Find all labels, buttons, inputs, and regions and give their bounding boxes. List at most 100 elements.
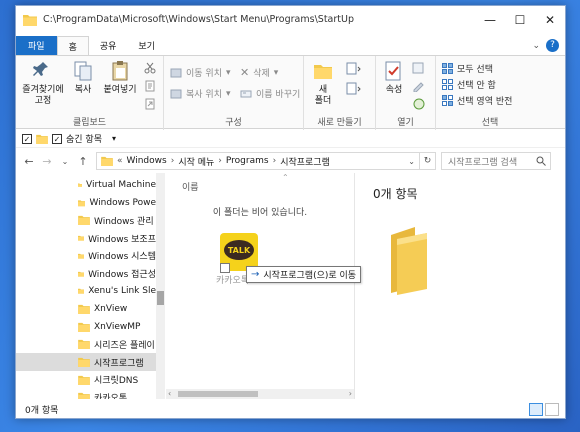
nav-item[interactable]: Windows 접근성: [16, 265, 156, 283]
group-organize: 이동 위치 ▾ 복사 위치 ▾ ✕ 삭제 ▾ 이름 바꾸기 구성: [164, 56, 304, 130]
nav-item-label: 시리즈온 플레이: [94, 340, 155, 351]
new-folder-button[interactable]: 새 폴더: [310, 60, 336, 107]
new-item-icon[interactable]: [346, 62, 362, 76]
nav-item[interactable]: Windows Powe: [16, 194, 156, 212]
select-all-icon: [442, 63, 453, 74]
tab-view[interactable]: 보기: [127, 36, 166, 55]
nav-item[interactable]: Windows 관리: [16, 211, 156, 229]
scroll-right-icon[interactable]: ›: [349, 389, 352, 398]
content-hscrollbar[interactable]: ‹ ›: [166, 389, 354, 399]
nav-item-label: Virtual Machine: [86, 180, 156, 190]
tab-share[interactable]: 공유: [89, 36, 128, 55]
back-button[interactable]: ←: [20, 155, 38, 168]
file-list[interactable]: ⌃ 이름 이 폴더는 비어 있습니다. ‹ ›: [166, 173, 354, 399]
title-bar: C:\ProgramData\Microsoft\Windows\Start M…: [16, 6, 565, 33]
maximize-button[interactable]: ☐: [505, 6, 535, 33]
explorer-window: C:\ProgramData\Microsoft\Windows\Start M…: [15, 5, 566, 419]
tab-file[interactable]: 파일: [16, 36, 57, 55]
properties-button[interactable]: 속성: [380, 60, 408, 96]
invert-selection-button[interactable]: 선택 영역 반전: [442, 94, 512, 107]
folder-icon: [36, 134, 48, 144]
nav-item[interactable]: Xenu's Link Sle: [16, 282, 156, 300]
group-label-new: 새로 만들기: [317, 118, 362, 128]
paste-shortcut-icon[interactable]: [144, 98, 156, 110]
edit-icon[interactable]: [412, 80, 426, 92]
help-icon[interactable]: ?: [546, 39, 559, 52]
folder-icon: [78, 235, 85, 241]
delete-button[interactable]: ✕ 삭제 ▾: [240, 66, 278, 79]
tab-home[interactable]: 홈: [56, 36, 89, 55]
scroll-left-icon[interactable]: ‹: [168, 389, 171, 398]
chevron-right-icon[interactable]: ›: [171, 156, 175, 166]
item-checkbox-toggle[interactable]: ✓: [22, 133, 32, 144]
folder-icon: [78, 288, 85, 294]
recent-locations-icon[interactable]: ⌄: [56, 157, 74, 166]
nav-item[interactable]: Virtual Machine: [16, 176, 156, 194]
easy-access-icon[interactable]: [346, 82, 362, 96]
paste-button[interactable]: 붙여넣기: [100, 60, 140, 96]
nav-item-label: 시크릿DNS: [94, 376, 139, 387]
rename-button[interactable]: 이름 바꾸기: [240, 87, 300, 100]
group-new: 새 폴더 새로 만들기: [304, 56, 376, 130]
breadcrumb-item[interactable]: 시작프로그램: [280, 155, 330, 168]
column-header-name[interactable]: 이름: [182, 180, 199, 193]
minimize-button[interactable]: —: [475, 6, 505, 33]
copy-button[interactable]: 복사: [70, 60, 96, 96]
svg-text:TALK: TALK: [228, 246, 251, 255]
nav-item[interactable]: 시크릿DNS: [16, 371, 156, 389]
folder-icon: [78, 271, 85, 277]
breadcrumb-item[interactable]: Programs: [226, 156, 269, 166]
chevron-right-icon[interactable]: ›: [218, 156, 222, 166]
breadcrumb-item[interactable]: Windows: [127, 156, 167, 166]
nav-scrollbar[interactable]: [156, 173, 165, 399]
content-hscroll-thumb[interactable]: [178, 391, 258, 397]
folder-icon: [78, 340, 90, 350]
search-input[interactable]: 시작프로그램 검색: [441, 152, 551, 170]
nav-item-label: Windows 보조프: [88, 234, 156, 245]
nav-item[interactable]: Windows 시스템: [16, 247, 156, 265]
cut-icon[interactable]: [144, 62, 156, 74]
select-none-button[interactable]: 선택 안 함: [442, 78, 496, 91]
copy-to-button[interactable]: 복사 위치 ▾: [170, 87, 231, 100]
details-view-button[interactable]: [529, 403, 543, 416]
nav-item[interactable]: 시리즈온 플레이: [16, 335, 156, 353]
ribbon-expand-icon[interactable]: ⌄: [532, 41, 540, 51]
breadcrumb-item[interactable]: 시작 메뉴: [178, 155, 214, 168]
copy-path-icon[interactable]: [144, 80, 156, 92]
refresh-button[interactable]: ↻: [419, 153, 435, 169]
address-bar[interactable]: « Windows › 시작 메뉴 › Programs › 시작프로그램 ⌄ …: [96, 152, 436, 170]
nav-scroll-thumb[interactable]: [157, 291, 164, 305]
drag-tooltip: → 시작프로그램(으)로 이동: [246, 266, 362, 283]
forward-button[interactable]: →: [38, 155, 56, 168]
move-to-icon: [170, 68, 182, 77]
move-to-button[interactable]: 이동 위치 ▾: [170, 66, 231, 79]
close-button[interactable]: ✕: [535, 6, 565, 33]
hidden-items-checkbox[interactable]: ✓: [52, 133, 62, 144]
nav-item[interactable]: 카카오톡: [16, 388, 156, 399]
folder-icon: [78, 200, 86, 206]
select-all-button[interactable]: 모두 선택: [442, 62, 493, 75]
nav-item[interactable]: XnView: [16, 300, 156, 318]
pin-quick-access-button[interactable]: 즐겨찾기에 고정: [20, 60, 66, 107]
group-label-organize: 구성: [225, 118, 242, 128]
nav-item[interactable]: 시작프로그램: [16, 353, 156, 371]
folder-icon: [78, 375, 90, 385]
address-dropdown-icon[interactable]: ⌄: [408, 157, 415, 166]
history-icon[interactable]: [412, 98, 426, 110]
nav-item[interactable]: Windows 보조프: [16, 229, 156, 247]
empty-folder-message: 이 폴더는 비어 있습니다.: [212, 208, 308, 218]
customize-toolbar-icon[interactable]: ▾: [112, 134, 116, 143]
nav-item[interactable]: XnViewMP: [16, 318, 156, 336]
nav-item-label: Windows 시스템: [88, 252, 156, 263]
pin-icon: [33, 62, 48, 76]
open-icon[interactable]: [412, 62, 426, 74]
chevron-right-icon[interactable]: ›: [273, 156, 277, 166]
status-bar: 0개 항목: [16, 399, 565, 418]
dragged-item-label: 카카오톡: [216, 276, 250, 286]
up-button[interactable]: ↑: [74, 155, 92, 168]
overflow-chevron-icon[interactable]: «: [117, 156, 123, 166]
large-icons-view-button[interactable]: [545, 403, 559, 416]
folder-icon: [78, 322, 90, 332]
ribbon-tabs: 파일 홈 공유 보기 ⌄ ?: [16, 36, 565, 55]
nav-item-label: 카카오톡: [94, 393, 128, 399]
